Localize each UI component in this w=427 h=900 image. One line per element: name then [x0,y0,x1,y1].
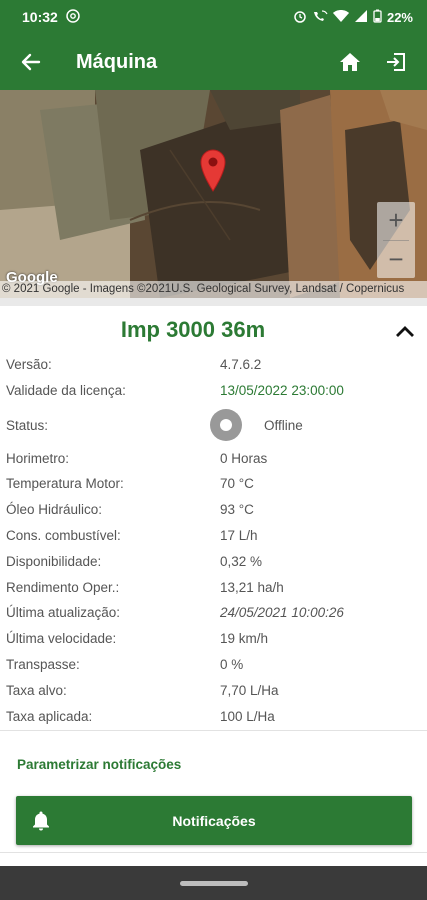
wifi-call-icon [312,9,328,26]
detail-label: Horimetro: [6,450,70,466]
detail-value: 70 °C [220,476,254,492]
detail-label: Disponibilidade: [6,553,102,569]
status-bar: 10:32 22% [0,0,427,34]
home-button[interactable] [327,34,373,90]
detail-row-taxa-aplicada: Taxa aplicada: 100 L/Ha [6,704,421,730]
detail-label: Taxa aplicada: [6,708,93,724]
alarm-icon [293,9,307,26]
detail-value: 0,32 % [220,553,263,569]
detail-row-oleo: Óleo Hidráulico: 93 °C [6,497,421,523]
back-button[interactable] [2,34,58,90]
detail-value: 24/05/2021 10:00:26 [220,605,344,621]
detail-row-ultima-atualizacao: Última atualização: 24/05/2021 10:00:26 [6,600,421,626]
bell-icon [31,810,51,836]
detail-value: 93 °C [220,502,254,518]
detail-row-horimetro: Horimetro: 0 Horas [6,446,421,472]
zoom-out-button[interactable]: − [377,241,415,279]
map-view[interactable]: + − Google © 2021 Google - Imagens ©2021… [0,90,427,298]
detail-value: 19 km/h [220,631,269,647]
detail-value: 100 L/Ha [220,708,275,724]
detail-value: 17 L/h [220,527,258,543]
detail-value: 7,70 L/Ha [220,682,279,698]
detail-label: Taxa alvo: [6,682,67,698]
detail-value: 13/05/2022 23:00:00 [220,382,344,398]
detail-row-disponibilidade: Disponibilidade: 0,32 % [6,549,421,575]
machine-name: Imp 3000 36m [120,317,266,342]
zoom-controls: + − [377,202,415,278]
detail-row-versao: Versão: 4.7.6.2 [6,352,421,378]
home-gesture-handle[interactable] [180,881,248,886]
status-time: 10:32 [22,9,58,25]
detail-row-temperatura: Temperatura Motor: 70 °C [6,471,421,497]
page-title: Máquina [76,50,158,73]
detail-label: Última atualização: [6,605,121,621]
notifications-button-label: Notificações [172,812,256,829]
detail-value: 13,21 ha/h [220,579,284,595]
arrow-left-icon [21,53,41,71]
detail-row-status: Status: Offline [6,404,421,446]
detail-label: Temperatura Motor: [6,476,124,492]
system-nav-bar [0,866,427,900]
detail-row-ultima-velocidade: Última velocidade: 19 km/h [6,626,421,652]
detail-value: 4.7.6.2 [220,357,262,372]
app-bar: Máquina [0,34,427,90]
location-pin-icon[interactable] [199,148,227,197]
signal-icon [354,9,368,26]
parametrize-notifications-link[interactable]: Parametrizar notificações [17,757,181,772]
detail-label: Rendimento Oper.: [6,579,120,595]
status-indicator-icon [210,408,242,441]
section-divider [0,730,427,731]
detail-label: Última velocidade: [6,631,117,647]
home-icon [340,53,360,71]
detail-row-validade: Validade da licença: 13/05/2022 23:00:00 [6,378,421,404]
detail-row-rendimento: Rendimento Oper.: 13,21 ha/h [6,575,421,601]
detail-row-transpasse: Transpasse: 0 % [6,652,421,678]
section-divider [0,298,427,306]
collapse-button[interactable] [390,316,420,346]
notifications-button[interactable]: Notificações [16,796,412,845]
map-attribution: © 2021 Google - Imagens ©2021U.S. Geolog… [0,281,427,298]
detail-label: Transpasse: [6,656,80,672]
detail-label: Óleo Hidráulico: [6,502,103,518]
detail-label: Versão: [6,357,52,372]
detail-label: Status: [6,417,49,433]
section-divider [0,852,427,853]
detail-value: 0 % [220,656,244,672]
at-sign-icon [66,8,80,26]
zoom-in-button[interactable]: + [377,202,415,240]
detail-row-combustivel: Cons. combustível: 17 L/h [6,523,421,549]
battery-icon [373,9,382,26]
detail-value: 0 Horas [220,450,268,466]
detail-label: Validade da licença: [6,382,126,398]
detail-row-taxa-alvo: Taxa alvo: 7,70 L/Ha [6,678,421,704]
detail-label: Cons. combustível: [6,527,121,543]
wifi-icon [332,9,349,26]
battery-percent: 22% [386,9,413,25]
exit-icon [387,53,405,71]
machine-details: Versão: 4.7.6.2 Validade da licença: 13/… [6,352,421,729]
exit-button[interactable] [373,34,419,90]
status-value: Offline [264,417,303,433]
chevron-up-icon [396,326,414,337]
